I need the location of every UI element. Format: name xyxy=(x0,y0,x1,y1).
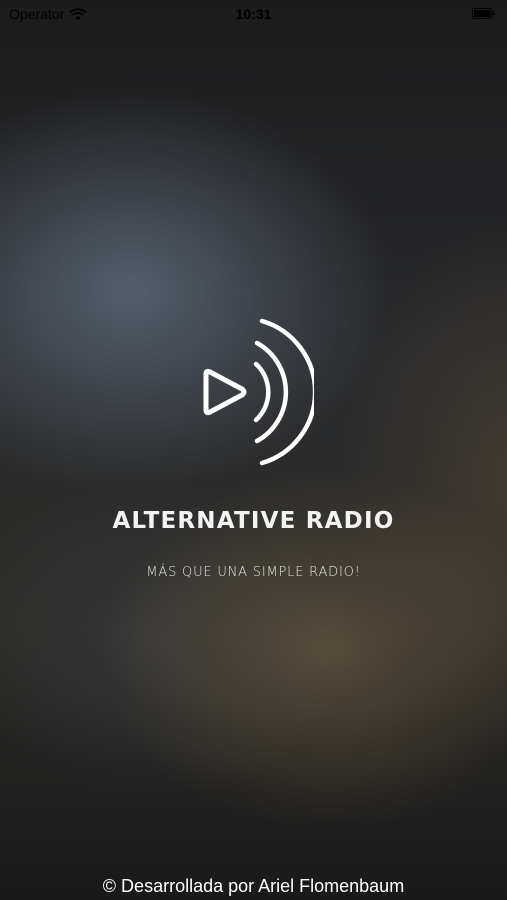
app-tagline: MÁS QUE UNA SIMPLE RADIO! xyxy=(146,565,361,580)
app-title: ALTERNATIVE RADIO xyxy=(112,508,395,534)
status-time: 10:31 xyxy=(235,6,272,22)
status-bar: Operator 10:31 xyxy=(0,0,507,30)
developer-credit: © Desarrollada por Ariel Flomenbaum xyxy=(102,876,405,896)
splash-screen: Operator 10:31 ALTERNATIVE RADIO MÁS QUE… xyxy=(0,0,507,900)
play-signal-icon xyxy=(203,318,314,466)
battery-icon xyxy=(472,8,495,19)
